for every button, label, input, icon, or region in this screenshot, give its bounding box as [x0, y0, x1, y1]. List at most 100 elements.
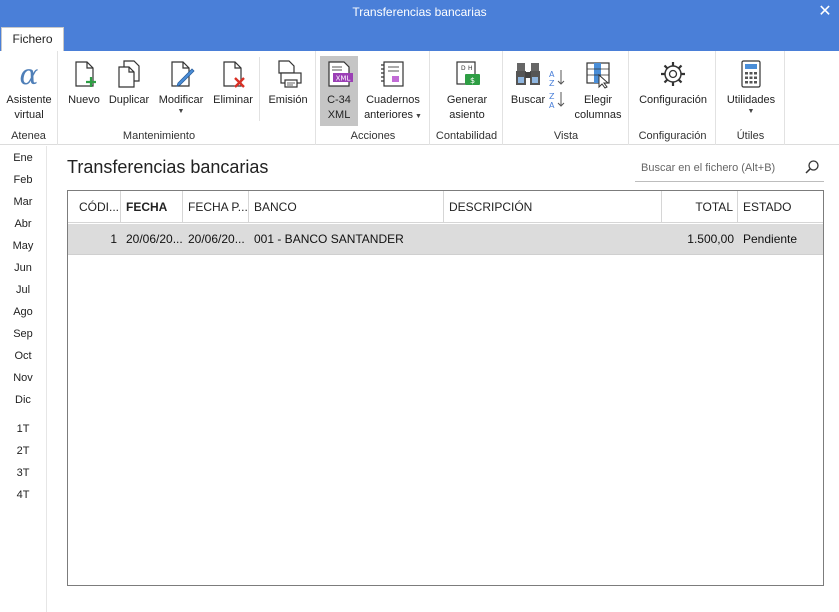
gear-icon — [661, 62, 685, 86]
cell-banco: 001 - BANCO SANTANDER — [254, 232, 404, 246]
c34-xml-button[interactable]: XML C-34 XML — [320, 56, 358, 126]
search-icon[interactable] — [804, 159, 820, 175]
column-header-fecha-p[interactable]: FECHA P... — [183, 191, 249, 223]
month-mar[interactable]: Mar — [0, 196, 46, 208]
cell-codigo: 1 — [110, 232, 117, 246]
elegir-columnas-label: Elegir columnas — [574, 94, 622, 121]
choose-columns-icon — [586, 62, 610, 89]
month-sep[interactable]: Sep — [0, 328, 46, 340]
binoculars-icon — [516, 63, 540, 85]
utilidades-button[interactable]: Utilidades ▼ — [723, 56, 779, 126]
tab-fichero[interactable]: Fichero — [1, 27, 64, 51]
ribbon-tabstrip: Fichero — [0, 25, 839, 51]
svg-text:A: A — [549, 70, 555, 79]
search-input[interactable] — [635, 158, 800, 178]
modificar-label: Modificar ▼ — [152, 93, 210, 116]
sort-az-icon: A Z Z A — [549, 70, 565, 110]
transfers-table: CÓDI... FECHA FECHA P... BANCO DESCRIPCI… — [67, 190, 824, 586]
edit-document-icon — [171, 61, 195, 87]
duplicate-icon — [118, 60, 140, 88]
column-header-fecha[interactable]: FECHA — [121, 191, 183, 223]
utilidades-label: Utilidades ▼ — [719, 93, 783, 116]
column-header-codigo[interactable]: CÓDI... — [68, 191, 121, 223]
search-box — [635, 154, 824, 182]
quarter-3t[interactable]: 3T — [0, 467, 46, 479]
month-may[interactable]: May — [0, 240, 46, 252]
cuadernos-anteriores-label: Cuadernos anteriores ▼ — [364, 94, 422, 121]
generar-asiento-button[interactable]: D H $ Generar asiento — [441, 56, 493, 126]
nuevo-label: Nuevo — [68, 94, 100, 106]
close-icon[interactable]: ✕ — [817, 0, 833, 25]
chevron-down-icon: ▼ — [747, 108, 755, 115]
notebooks-icon — [381, 61, 404, 87]
month-jun[interactable]: Jun — [0, 262, 46, 274]
group-label-vista: Vista — [553, 130, 579, 142]
svg-text:$: $ — [470, 76, 475, 85]
quarter-1t[interactable]: 1T — [0, 423, 46, 435]
print-icon — [278, 60, 302, 88]
ribbon-group-acciones: XML C-34 XML Cuadernos anteriores ▼ Accio… — [317, 51, 430, 145]
quarter-2t[interactable]: 2T — [0, 445, 46, 457]
ribbon-group-vista: Buscar A Z Z A Elegir columnas Vista — [504, 51, 629, 145]
svg-text:A: A — [549, 101, 555, 110]
month-oct[interactable]: Oct — [0, 350, 46, 362]
ribbon: α Asistente virtual Atenea Nuevo Duplica… — [0, 51, 839, 145]
group-label-configuracion: Configuración — [638, 130, 707, 142]
group-label-mantenimiento: Mantenimiento — [122, 130, 196, 142]
group-label-acciones: Acciones — [350, 130, 396, 142]
cell-estado: Pendiente — [743, 232, 798, 246]
cuadernos-anteriores-button[interactable]: Cuadernos anteriores ▼ — [362, 56, 424, 126]
month-jul[interactable]: Jul — [0, 284, 46, 296]
configuracion-label: Configuración — [639, 94, 707, 106]
journal-entry-icon: D H $ — [456, 61, 480, 85]
month-nov[interactable]: Nov — [0, 372, 46, 384]
alpha-icon: α — [20, 59, 39, 89]
ribbon-group-mantenimiento: Nuevo Duplicar Modificar ▼ Eliminar Mant… — [59, 51, 259, 145]
table-header: CÓDI... FECHA FECHA P... BANCO DESCRIPCI… — [68, 191, 823, 223]
svg-text:α: α — [20, 59, 39, 89]
modificar-button[interactable]: Modificar ▼ — [156, 56, 206, 126]
new-document-icon — [75, 61, 96, 87]
group-label-contabilidad: Contabilidad — [435, 130, 498, 142]
configuracion-button[interactable]: Configuración — [636, 56, 710, 126]
xml-file-icon: XML — [328, 61, 353, 87]
column-header-banco[interactable]: BANCO — [249, 191, 444, 223]
nuevo-button[interactable]: Nuevo — [65, 56, 103, 126]
elegir-columnas-button[interactable]: Elegir columnas — [572, 56, 624, 126]
buscar-button[interactable]: Buscar — [508, 56, 548, 126]
quarter-4t[interactable]: 4T — [0, 489, 46, 501]
title-bar: Transferencias bancarias ✕ — [0, 0, 839, 25]
window-title: Transferencias bancarias — [352, 5, 487, 19]
month-feb[interactable]: Feb — [0, 174, 46, 186]
calculator-icon — [741, 60, 761, 88]
column-header-estado[interactable]: ESTADO — [738, 191, 823, 223]
duplicar-button[interactable]: Duplicar — [107, 56, 151, 126]
sort-button[interactable]: A Z Z A — [548, 56, 568, 126]
page-title: Transferencias bancarias — [67, 157, 269, 177]
cell-descripcion — [444, 224, 662, 255]
ribbon-group-contabilidad: D H $ Generar asiento Contabilidad — [431, 51, 503, 145]
table-row[interactable]: 1 20/06/20... 20/06/20... 001 - BANCO SA… — [68, 224, 823, 255]
cell-total: 1.500,00 — [687, 232, 734, 246]
emision-button[interactable]: Emisión — [265, 56, 311, 126]
separator — [259, 57, 260, 121]
ribbon-group-utiles: Utilidades ▼ Útiles — [717, 51, 785, 145]
column-header-descripcion[interactable]: DESCRIPCIÓN — [444, 191, 662, 223]
period-nav: Ene Feb Mar Abr May Jun Jul Ago Sep Oct … — [0, 146, 47, 612]
svg-text:H: H — [468, 65, 473, 72]
ribbon-group-emision: Emisión — [259, 51, 316, 145]
month-abr[interactable]: Abr — [0, 218, 46, 230]
chevron-down-icon: ▼ — [177, 108, 185, 115]
column-header-total[interactable]: TOTAL — [662, 191, 738, 223]
asistente-virtual-label: Asistente virtual — [6, 94, 52, 121]
svg-text:XML: XML — [336, 75, 351, 83]
eliminar-button[interactable]: Eliminar — [210, 56, 256, 126]
cell-fecha: 20/06/20... — [126, 232, 183, 246]
month-ene[interactable]: Ene — [0, 152, 46, 164]
delete-document-icon — [223, 61, 245, 88]
month-ago[interactable]: Ago — [0, 306, 46, 318]
ribbon-group-atenea: α Asistente virtual Atenea — [0, 51, 58, 145]
month-dic[interactable]: Dic — [0, 394, 46, 406]
cell-fecha-p: 20/06/20... — [188, 232, 245, 246]
asistente-virtual-button[interactable]: α Asistente virtual — [4, 56, 54, 126]
